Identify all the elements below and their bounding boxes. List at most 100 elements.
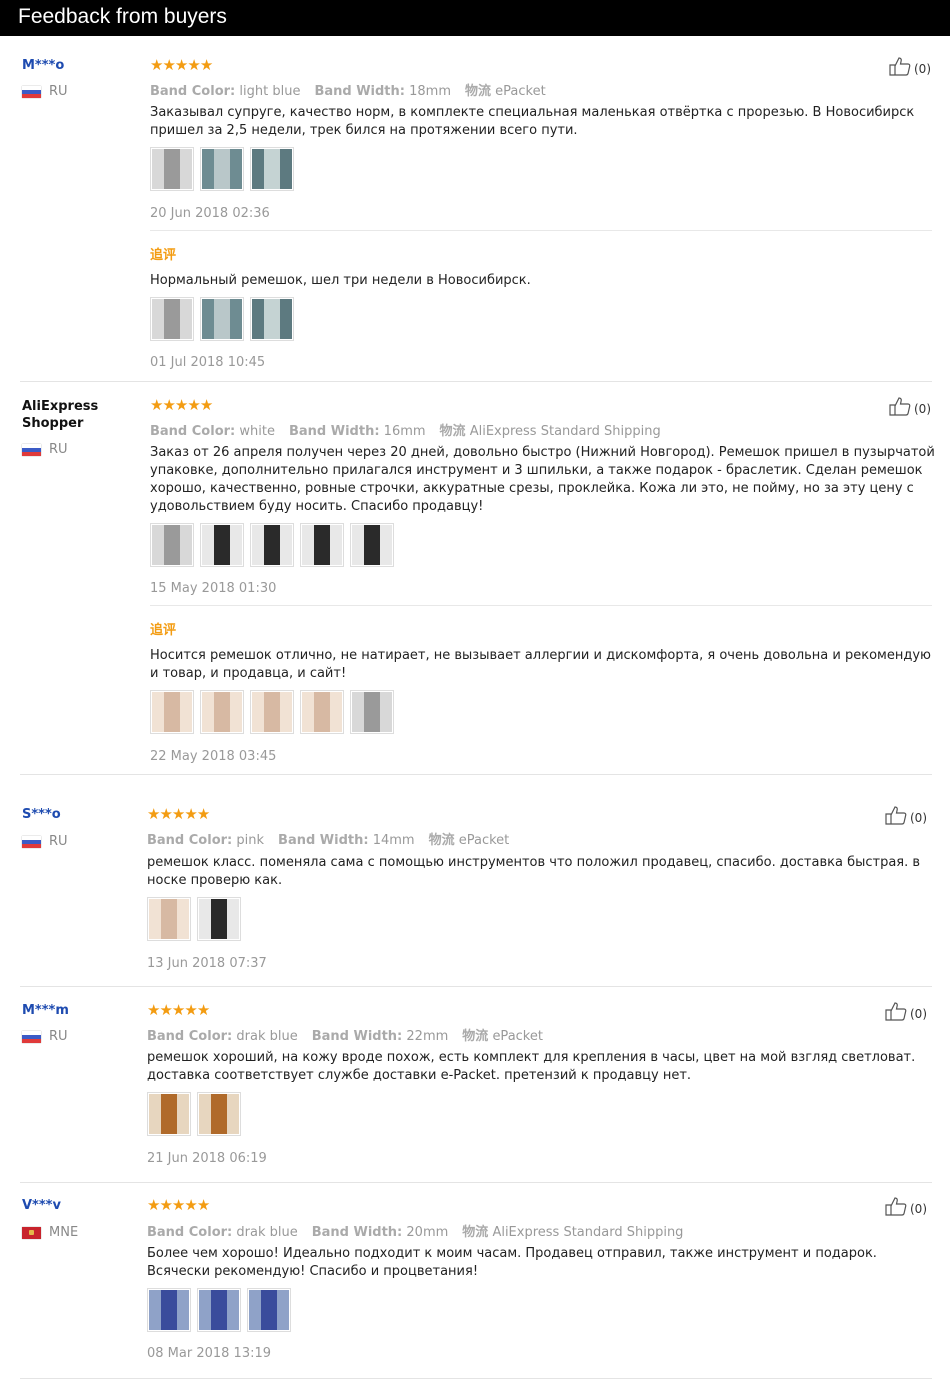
star-icon: ★ — [147, 805, 160, 823]
buyer-country: RU — [22, 84, 68, 99]
review-photo-thumbnail[interactable] — [150, 690, 194, 734]
followup-date: 22 May 2018 03:45 — [150, 749, 277, 764]
purchase-attributes: Band Color: drak blue Band Width: 22mm 物流 … — [147, 1025, 543, 1044]
photo-image — [252, 692, 292, 732]
star-icon: ★ — [159, 1001, 172, 1019]
photo-image — [252, 525, 292, 565]
review-photo-thumbnail[interactable] — [150, 147, 194, 191]
followup-label: 追评 — [150, 248, 177, 263]
photo-gallery — [147, 1092, 241, 1136]
width-value: 14mm — [372, 833, 415, 848]
photo-image — [152, 525, 192, 565]
review-date: 13 Jun 2018 07:37 — [147, 956, 267, 971]
helpful-vote-button[interactable]: (0) — [889, 56, 931, 76]
followup-date: 01 Jul 2018 10:45 — [150, 355, 266, 370]
country-code: RU — [49, 84, 68, 99]
shipping-key: 物流 — [462, 1225, 489, 1240]
review-photo-thumbnail[interactable] — [250, 297, 294, 341]
width-key: Band Width: — [311, 1029, 403, 1044]
thumbs-up-icon — [889, 397, 911, 416]
review-photo-thumbnail[interactable] — [300, 690, 344, 734]
review-photo-thumbnail[interactable] — [200, 147, 244, 191]
review-photo-thumbnail[interactable] — [150, 523, 194, 567]
color-key: Band Color: — [147, 1225, 233, 1240]
color-value: drak blue — [236, 1029, 298, 1044]
star-icon: ★ — [196, 1001, 210, 1019]
photo-gallery — [150, 297, 294, 341]
photo-image — [152, 299, 192, 339]
review-photo-thumbnail[interactable] — [150, 297, 194, 341]
photo-image — [149, 899, 189, 939]
star-rating: ★★★★★ — [150, 56, 213, 74]
photo-image — [199, 1094, 239, 1134]
review-photo-thumbnail[interactable] — [147, 1288, 191, 1332]
star-icon: ★ — [196, 805, 210, 823]
shipping-value: ePacket — [492, 1029, 543, 1044]
star-icon: ★ — [150, 396, 163, 414]
review-photo-thumbnail[interactable] — [200, 690, 244, 734]
review-photo-thumbnail[interactable] — [197, 897, 241, 941]
review-photo-thumbnail[interactable] — [350, 523, 394, 567]
review-date: 21 Jun 2018 06:19 — [147, 1151, 267, 1166]
star-icon: ★ — [199, 396, 213, 414]
star-icon: ★ — [199, 56, 213, 74]
review-photo-thumbnail[interactable] — [200, 297, 244, 341]
star-rating: ★★★★★ — [147, 1198, 210, 1213]
star-icon: ★ — [187, 56, 200, 74]
thumbs-up-icon — [885, 1197, 907, 1216]
photo-image — [302, 692, 342, 732]
star-icon: ★ — [174, 56, 188, 74]
review-photo-thumbnail[interactable] — [197, 1092, 241, 1136]
review-date: 20 Jun 2018 02:36 — [150, 206, 270, 221]
photo-image — [249, 1290, 289, 1330]
review-divider — [20, 1182, 932, 1183]
review-photo-thumbnail[interactable] — [200, 523, 244, 567]
color-key: Band Color: — [150, 84, 236, 99]
purchase-attributes: Band Color: pink Band Width: 14mm 物流 ePack… — [147, 829, 509, 848]
shipping-key: 物流 — [462, 1029, 489, 1044]
buyer-name: M***m — [22, 1003, 69, 1018]
purchase-attributes: Band Color: white Band Width: 16mm 物流 AliE… — [150, 420, 661, 439]
buyer-country: RU — [22, 1029, 68, 1044]
review-photo-thumbnail[interactable] — [147, 1092, 191, 1136]
photo-image — [202, 692, 242, 732]
shipping-key: 物流 — [439, 424, 466, 439]
helpful-vote-button[interactable]: (0) — [885, 1196, 927, 1216]
review-text: Заказ от 26 апреля получен через 20 дней… — [150, 445, 935, 514]
shipping-value: AliExpress Standard Shipping — [492, 1225, 684, 1240]
color-key: Band Color: — [147, 1029, 233, 1044]
review-date: 08 Mar 2018 13:19 — [147, 1346, 272, 1361]
helpful-count: (0) — [914, 402, 931, 416]
photo-gallery — [147, 1288, 291, 1332]
photo-image — [152, 149, 192, 189]
star-icon: ★ — [184, 805, 197, 823]
review-photo-thumbnail[interactable] — [250, 147, 294, 191]
review-divider — [20, 986, 932, 987]
star-icon: ★ — [171, 805, 185, 823]
shipping-key: 物流 — [465, 84, 492, 99]
helpful-vote-button[interactable]: (0) — [885, 805, 927, 825]
review-photo-thumbnail[interactable] — [250, 690, 294, 734]
photo-image — [352, 525, 392, 565]
helpful-count: (0) — [910, 811, 927, 825]
width-value: 16mm — [383, 424, 426, 439]
star-icon: ★ — [150, 56, 163, 74]
review-date: 15 May 2018 01:30 — [150, 581, 277, 596]
country-flag-icon — [22, 835, 41, 848]
review-photo-thumbnail[interactable] — [350, 690, 394, 734]
color-key: Band Color: — [147, 833, 233, 848]
review-photo-thumbnail[interactable] — [250, 523, 294, 567]
shipping-value: ePacket — [495, 84, 546, 99]
helpful-vote-button[interactable]: (0) — [889, 396, 931, 416]
country-code: RU — [49, 834, 68, 849]
shipping-value: AliExpress Standard Shipping — [469, 424, 661, 439]
review-photo-thumbnail[interactable] — [247, 1288, 291, 1332]
purchase-attributes: Band Color: drak blue Band Width: 20mm 物流 … — [147, 1221, 683, 1240]
photo-image — [149, 1094, 189, 1134]
helpful-vote-button[interactable]: (0) — [885, 1001, 927, 1021]
review-photo-thumbnail[interactable] — [197, 1288, 241, 1332]
review-photo-thumbnail[interactable] — [300, 523, 344, 567]
review-photo-thumbnail[interactable] — [147, 897, 191, 941]
photo-image — [202, 149, 242, 189]
photo-gallery — [147, 897, 241, 941]
